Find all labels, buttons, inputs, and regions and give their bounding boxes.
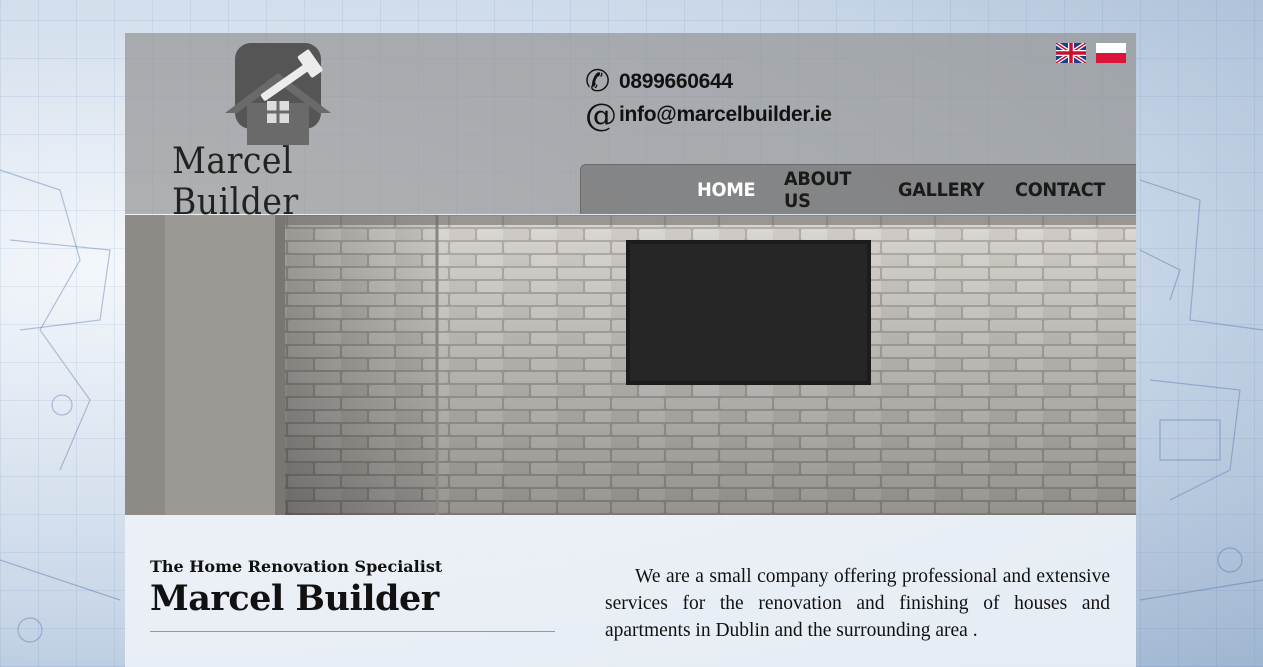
logo-text: Marcel Builder xyxy=(172,141,299,223)
nav-home[interactable]: HOME xyxy=(697,179,756,201)
email-address[interactable]: info@marcelbuilder.ie xyxy=(619,103,832,127)
main-nav: HOME ABOUT US GALLERY CONTACT xyxy=(580,164,1136,214)
intro-section: The Home Renovation Specialist Marcel Bu… xyxy=(125,515,1136,667)
hero-image xyxy=(125,215,1136,515)
company-name: Marcel Builder xyxy=(150,578,439,619)
site-container: Marcel Builder ✆ 0899660644 @ info@marce… xyxy=(125,33,1136,667)
phone-row: ✆ 0899660644 xyxy=(585,65,832,98)
phone-number[interactable]: 0899660644 xyxy=(619,70,733,94)
tagline: The Home Renovation Specialist xyxy=(150,557,443,576)
contact-info: ✆ 0899660644 @ info@marcelbuilder.ie xyxy=(585,65,832,131)
nav-gallery[interactable]: GALLERY xyxy=(898,179,985,201)
logo[interactable]: Marcel Builder xyxy=(147,41,417,223)
uk-flag-icon[interactable] xyxy=(1056,43,1086,63)
phone-icon: ✆ xyxy=(585,63,611,99)
brick-wall-tv-photo xyxy=(125,215,1136,515)
nav-about-us[interactable]: ABOUT US xyxy=(784,168,868,212)
poland-flag-icon[interactable] xyxy=(1096,43,1126,63)
nav-contact[interactable]: CONTACT xyxy=(1015,179,1105,201)
header: Marcel Builder ✆ 0899660644 @ info@marce… xyxy=(125,33,1136,223)
intro-heading: The Home Renovation Specialist Marcel Bu… xyxy=(150,557,555,632)
email-row: @ info@marcelbuilder.ie xyxy=(585,98,832,131)
divider xyxy=(150,631,555,632)
at-icon: @ xyxy=(585,95,617,134)
language-switcher xyxy=(1056,43,1126,63)
company-description: We are a small company offering professi… xyxy=(605,566,1110,641)
house-hammer-logo-icon xyxy=(225,43,331,145)
